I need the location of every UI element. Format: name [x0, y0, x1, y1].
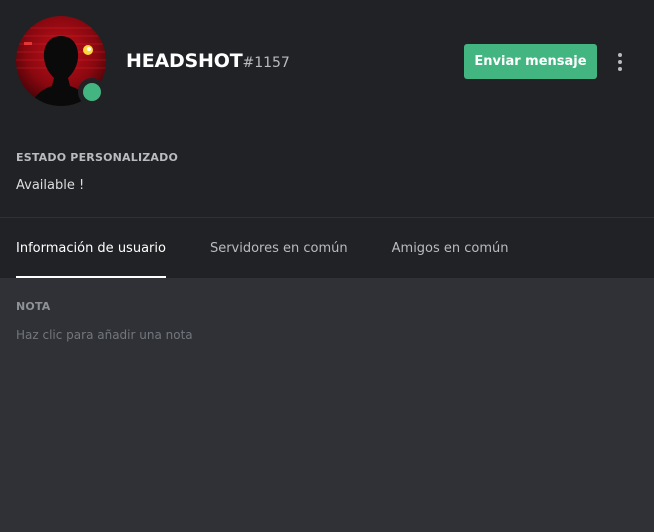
- profile-body: NOTA: [0, 278, 654, 532]
- note-input[interactable]: [16, 325, 636, 345]
- more-dot: [618, 60, 622, 64]
- username: HEADSHOT: [126, 50, 243, 72]
- more-dot: [618, 53, 622, 57]
- profile-tabs: Información de usuario Servidores en com…: [16, 218, 509, 278]
- tab-mutual-servers[interactable]: Servidores en común: [210, 218, 348, 278]
- send-message-button[interactable]: Enviar mensaje: [464, 44, 597, 79]
- avatar-container: [16, 16, 106, 106]
- name-tag: HEADSHOT#1157: [126, 50, 290, 72]
- custom-status-text: Available !: [16, 178, 85, 193]
- tab-user-info[interactable]: Información de usuario: [16, 218, 166, 278]
- note-title: NOTA: [16, 300, 51, 313]
- discriminator: #1157: [242, 55, 290, 71]
- note-section: NOTA: [16, 300, 636, 345]
- online-status-icon: [83, 83, 101, 101]
- profile-header: HEADSHOT#1157 Enviar mensaje: [0, 0, 654, 120]
- more-vertical-icon[interactable]: [610, 50, 630, 74]
- user-profile-modal: HEADSHOT#1157 Enviar mensaje ESTADO PERS…: [0, 0, 654, 532]
- custom-status-title: ESTADO PERSONALIZADO: [16, 151, 179, 164]
- more-dot: [618, 67, 622, 71]
- custom-status-section: ESTADO PERSONALIZADO Available !: [16, 151, 178, 193]
- tab-mutual-friends[interactable]: Amigos en común: [392, 218, 509, 278]
- profile-header-area: HEADSHOT#1157 Enviar mensaje ESTADO PERS…: [0, 0, 654, 278]
- status-indicator: [78, 78, 106, 106]
